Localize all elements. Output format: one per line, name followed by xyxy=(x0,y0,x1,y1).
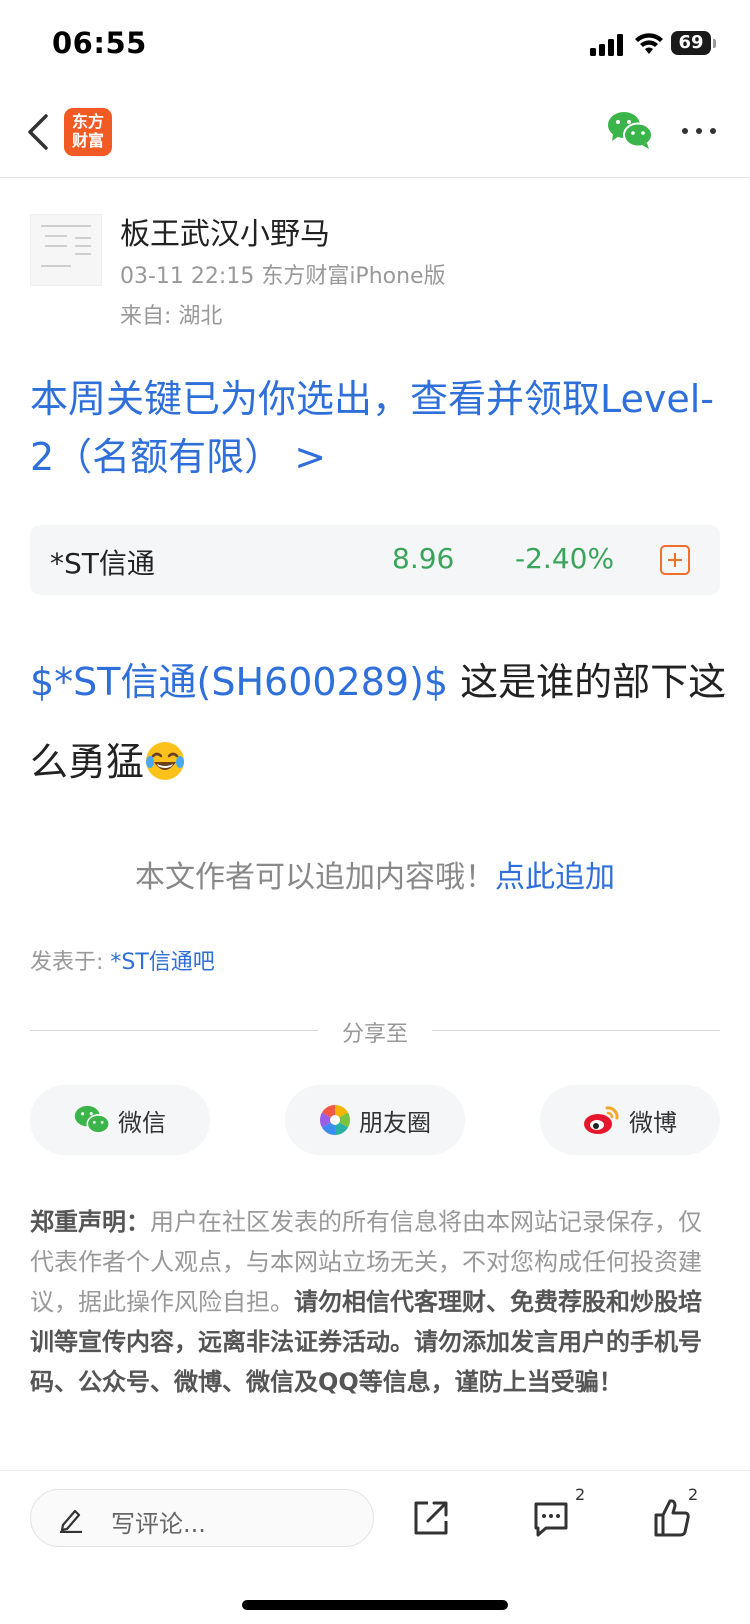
posted-in-label: 发表于: xyxy=(30,950,111,975)
logo-line2: 财富 xyxy=(71,131,104,150)
disclaimer: 郑重声明：用户在社区发表的所有信息将由本网站记录保存，仅代表作者个人观点，与本网… xyxy=(30,1202,720,1402)
append-prompt: 本文作者可以追加内容哦！ xyxy=(135,860,495,895)
like-icon[interactable] xyxy=(652,1497,692,1539)
more-icon[interactable] xyxy=(682,128,716,136)
status-bar: 06:55 69 xyxy=(0,0,750,88)
share-moments-button[interactable]: 朋友圈 xyxy=(285,1085,465,1155)
share-weibo-button[interactable]: 微博 xyxy=(540,1085,720,1155)
share-icon[interactable] xyxy=(412,1499,450,1537)
post-meta: 03-11 22:15 东方财富iPhone版 xyxy=(120,264,446,289)
add-stock-icon[interactable] xyxy=(660,545,690,575)
stock-change: -2.40% xyxy=(515,542,615,575)
comment-input[interactable]: 写评论... xyxy=(30,1489,374,1547)
wifi-icon xyxy=(635,33,663,54)
append-content: 本文作者可以追加内容哦！点此追加 xyxy=(0,852,750,896)
wechat-icon xyxy=(74,1105,110,1134)
app-logo[interactable]: 东方 财富 xyxy=(64,108,112,156)
status-time: 06:55 xyxy=(52,26,147,60)
stock-name: *ST信通 xyxy=(50,547,155,580)
share-weibo-label: 微博 xyxy=(629,1108,677,1137)
append-link[interactable]: 点此追加 xyxy=(495,860,615,895)
battery-tip xyxy=(713,39,716,48)
post-content: $*ST信通(SH600289)$ 这是谁的部下这么勇猛 xyxy=(30,642,730,802)
like-count: 2 xyxy=(688,1485,699,1504)
comment-count: 2 xyxy=(575,1485,586,1504)
back-icon[interactable] xyxy=(24,110,54,154)
pen-icon xyxy=(60,1509,82,1533)
laughing-emoji-icon xyxy=(146,742,185,780)
post-location: 来自: 湖北 xyxy=(120,304,223,329)
logo-line1: 东方 xyxy=(71,112,104,131)
share-moments-label: 朋友圈 xyxy=(359,1108,431,1137)
wechat-icon[interactable] xyxy=(607,110,653,150)
share-wechat-button[interactable]: 微信 xyxy=(30,1085,210,1155)
posted-in: 发表于: *ST信通吧 xyxy=(30,944,215,976)
author-name[interactable]: 板王武汉小野马 xyxy=(120,209,330,253)
home-indicator xyxy=(242,1600,508,1610)
moments-icon xyxy=(319,1105,351,1135)
promo-banner[interactable]: 本周关键已为你选出，查看并领取Level-2（名额有限） > xyxy=(30,370,720,486)
weibo-icon xyxy=(584,1106,619,1134)
nav-bar: 东方 财富 xyxy=(0,88,750,178)
share-wechat-label: 微信 xyxy=(118,1108,166,1137)
forum-link[interactable]: *ST信通吧 xyxy=(110,950,214,975)
comment-placeholder: 写评论... xyxy=(111,1510,206,1538)
signal-icon xyxy=(590,34,626,56)
disclaimer-heading: 郑重声明： xyxy=(30,1208,150,1236)
stock-tag-link[interactable]: $*ST信通(SH600289)$ xyxy=(30,660,448,704)
battery-icon: 69 xyxy=(671,31,711,55)
avatar[interactable] xyxy=(30,214,102,286)
stock-card[interactable]: *ST信通 8.96 -2.40% xyxy=(30,525,720,595)
comment-icon[interactable] xyxy=(532,1499,570,1539)
share-title: 分享至 xyxy=(341,1022,408,1047)
stock-price: 8.96 xyxy=(392,542,455,575)
